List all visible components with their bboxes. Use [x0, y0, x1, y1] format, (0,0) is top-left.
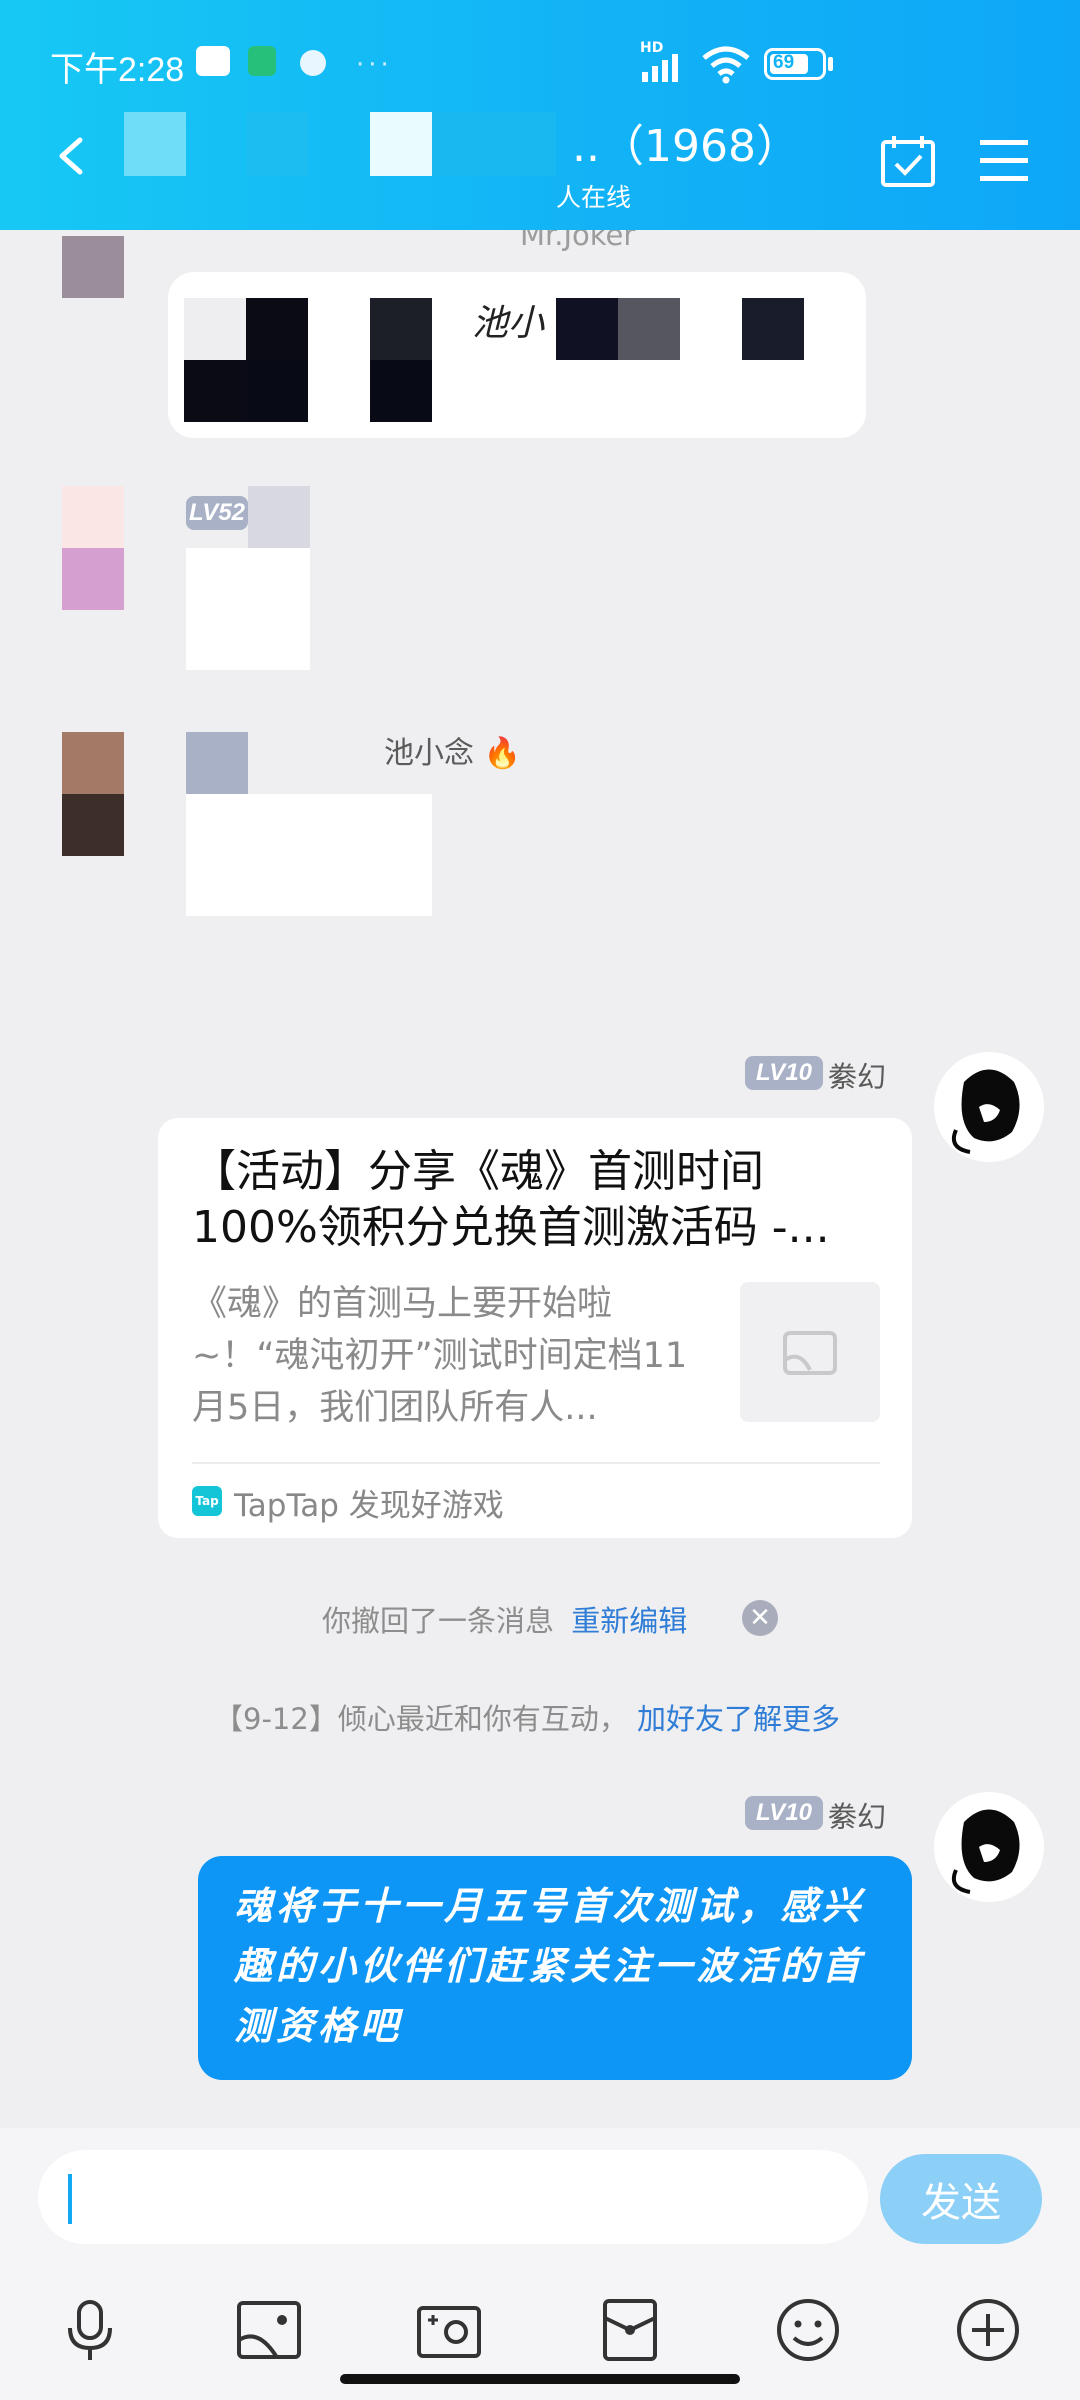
emoji-icon[interactable] — [776, 2298, 840, 2362]
red-packet-icon[interactable] — [602, 2298, 658, 2362]
censored-block — [246, 298, 308, 360]
censored-block — [248, 486, 310, 548]
censored-block — [246, 360, 308, 422]
avatar-art-icon — [951, 1069, 1020, 1154]
close-icon[interactable]: ✕ — [742, 1600, 778, 1636]
recall-notice-text: 你撤回了一条消息 — [322, 1604, 555, 1638]
image-icon[interactable] — [236, 2300, 302, 2360]
message-text: 魂将于十一月五号首次测试，感兴趣的小伙伴们赶紧关注一波活的首测资格吧 — [234, 1884, 865, 2048]
share-card-title: 【活动】分享《魂》首测时间100%领积分兑换首测激活码 -... — [192, 1146, 830, 1253]
censored-block — [556, 298, 618, 360]
avatar[interactable] — [62, 236, 124, 298]
sender-nickname: 絭幻 — [828, 1800, 887, 1834]
share-card[interactable]: 【活动】分享《魂》首测时间100%领积分兑换首测激活码 -... 《魂》的首测马… — [158, 1118, 912, 1538]
sender-nickname-text: 池小念 — [384, 736, 474, 771]
chat-header: 下午2:28 ··· HD 69 ..（1968） 人在线 — [0, 0, 1080, 230]
shield-icon — [248, 46, 276, 76]
image-placeholder-icon — [783, 1331, 837, 1375]
signal-icon — [642, 54, 678, 82]
censored-title-block-4 — [432, 112, 556, 176]
send-button[interactable]: 发送 — [880, 2154, 1042, 2244]
microphone-icon[interactable] — [60, 2298, 120, 2362]
divider — [192, 1462, 880, 1464]
bubble-icon — [300, 50, 326, 76]
fire-emoji: 🔥 — [483, 736, 521, 771]
censored-block — [742, 298, 804, 360]
plus-icon[interactable] — [956, 2298, 1020, 2362]
camera-icon[interactable] — [416, 2300, 482, 2360]
taptap-icon: Tap — [192, 1486, 222, 1516]
add-friend-link[interactable]: 加好友了解更多 — [637, 1702, 840, 1736]
avatar-art-icon — [951, 1809, 1020, 1894]
censored-block — [618, 298, 680, 360]
censored-block — [186, 732, 248, 794]
censored-title-block-3 — [370, 112, 432, 176]
message-input[interactable] — [38, 2150, 868, 2244]
interaction-notice-text: 【9-12】倾心最近和你有互动， — [214, 1702, 628, 1736]
sender-nickname: 池小念 🔥 — [384, 728, 521, 772]
calendar-check-icon[interactable] — [880, 134, 936, 188]
battery-icon: 69 — [764, 48, 826, 80]
censored-title-block-2 — [246, 112, 308, 176]
taptap-icon-text: Tap — [195, 1494, 219, 1508]
text-cursor — [68, 2174, 72, 2224]
share-card-source: TapTap 发现好游戏 — [234, 1488, 504, 1524]
home-indicator — [340, 2374, 740, 2384]
message-text-fragment: 池小 — [472, 303, 545, 344]
share-card-description: 《魂》的首测马上要开始啦~！“魂沌初开”测试时间定档11月5日，我们团队所有人.… — [192, 1284, 688, 1428]
level-badge: LV52 — [186, 496, 248, 530]
message-bubble[interactable]: 池小 — [168, 272, 866, 438]
censored-block — [370, 360, 432, 422]
more-notifications-icon: ··· — [356, 50, 393, 80]
avatar[interactable] — [62, 486, 124, 610]
avatar[interactable] — [62, 732, 124, 856]
sender-nickname: 絭幻 — [828, 1060, 887, 1094]
wifi-icon — [702, 46, 750, 84]
message-bubble-own[interactable]: 魂将于十一月五号首次测试，感兴趣的小伙伴们赶紧关注一波活的首测资格吧 — [198, 1856, 912, 2080]
censored-title-block-1 — [124, 112, 186, 176]
censored-block — [184, 298, 246, 360]
battery-level: 69 — [773, 52, 795, 73]
input-area: 发送 — [0, 2128, 1080, 2400]
back-arrow-icon[interactable] — [54, 136, 88, 176]
group-title: ..（1968） — [572, 121, 800, 172]
own-avatar[interactable] — [934, 1792, 1044, 1902]
status-time: 下午2:28 — [50, 51, 185, 89]
menu-icon[interactable] — [978, 138, 1030, 182]
interaction-notice: 【9-12】倾心最近和你有互动， 加好友了解更多 — [214, 1696, 840, 1738]
message-bubble[interactable] — [186, 548, 310, 670]
level-badge: LV10 — [745, 1796, 823, 1830]
notification-icon-1 — [196, 46, 230, 76]
level-badge: LV10 — [745, 1056, 823, 1090]
message-bubble[interactable] — [186, 794, 432, 916]
censored-block — [370, 298, 432, 360]
own-avatar[interactable] — [934, 1052, 1044, 1162]
online-count: 人在线 — [556, 183, 632, 212]
censored-block — [184, 360, 246, 422]
share-card-thumbnail — [740, 1282, 880, 1422]
reedit-link[interactable]: 重新编辑 — [571, 1604, 687, 1638]
recall-notice: 你撤回了一条消息 重新编辑 — [322, 1598, 687, 1640]
battery-tip — [828, 57, 833, 71]
